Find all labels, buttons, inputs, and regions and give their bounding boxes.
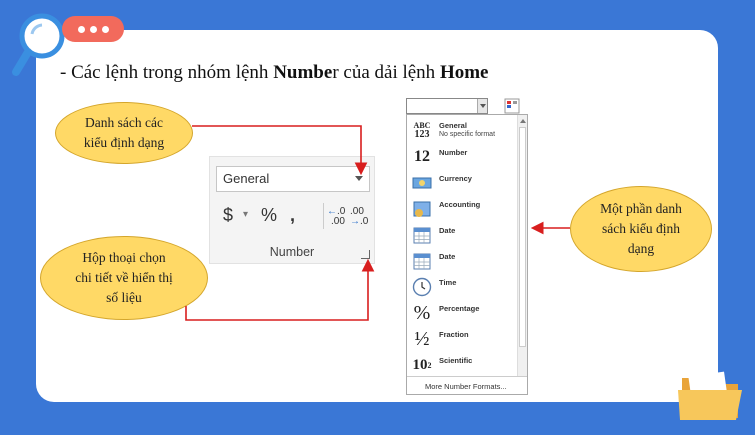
callout-dialog: Hộp thoại chọn chi tiết về hiển thị số l… [40,236,208,320]
decrease-decimal-button[interactable]: .00 →.0 [350,207,368,227]
currency-button[interactable]: $ [223,205,233,226]
format-item-currency[interactable]: Currency [407,170,517,196]
format-label: Date [439,226,456,235]
currency-icon [412,177,432,189]
number-format-select[interactable]: General [216,166,370,192]
callout-line: Danh sách các [85,115,163,130]
scroll-thumb[interactable] [519,127,526,347]
dot-icon [77,25,85,33]
abc-123-icon: ABC 123 [411,119,433,141]
currency-dropdown-icon[interactable]: ▾ [243,209,248,220]
number-12-icon: 12 [414,148,430,165]
dots-badge [62,16,124,42]
page-title: - Các lệnh trong nhóm lệnh Number của dả… [60,62,488,84]
format-label: Scientific [439,356,473,365]
format-item-fraction[interactable]: ½ Fraction [407,326,517,352]
format-item-general[interactable]: ABC 123 General No specific format [407,117,517,143]
callout-partial-list: Một phần danh sách kiểu định dạng [570,186,712,272]
scientific-icon: 10 2 [411,354,433,376]
number-format-dropdown: ABC 123 General No specific format 12 Num… [406,114,528,395]
callout-line: số liệu [106,290,142,305]
format-label: Fraction [439,330,469,339]
format-item-time[interactable]: Time [407,274,517,300]
more-number-formats-link[interactable]: More Number Formats... [407,376,527,394]
decimal-label: .00 [331,216,345,227]
calendar-icon [413,253,431,270]
percent-icon: % [413,301,431,324]
increase-decimal-button[interactable]: ←.0 .00 [327,207,345,227]
format-combo[interactable] [406,98,488,114]
accounting-icon [413,201,431,217]
format-sublabel: No specific format [439,131,496,138]
icon-text: 2 [427,360,432,370]
callout-line: sách kiểu định [602,221,680,236]
dialog-launcher-icon[interactable] [361,250,370,259]
scrollbar[interactable] [517,115,527,377]
scroll-up-icon[interactable] [520,119,526,123]
format-label: Number [439,148,468,157]
dot-icon [101,25,109,33]
calendar-icon [413,227,431,244]
format-label: Time [439,278,457,287]
dot-icon [89,25,97,33]
fraction-icon: ½ [414,327,430,350]
title-bold-home: Home [439,62,489,83]
callout-line: chi tiết về hiển thị [75,270,173,285]
group-label: Number [269,245,315,259]
selected-format: General [223,171,270,186]
chevron-down-icon[interactable] [477,99,487,113]
callout-line: kiểu định dạng [83,135,165,150]
format-label: Accounting [439,200,481,209]
title-bold-number: Numbe [273,62,333,83]
callout-line: Một phần danh [600,201,682,216]
format-item-number[interactable]: 12 Number [407,144,517,170]
toolbar-divider [323,203,324,229]
percent-button[interactable]: % [261,205,277,226]
format-label: General [439,121,467,130]
callout-line: dạng [627,241,655,256]
format-item-percentage[interactable]: % Percentage [407,300,517,326]
clock-icon [412,277,432,297]
arrow-right-icon: → [350,216,360,227]
format-item-scientific[interactable]: 10 2 Scientific [407,352,517,378]
icon-text: 10 [412,356,428,373]
folder-icon [678,371,742,420]
icon-text: 123 [414,129,430,140]
title-prefix: - Các lệnh trong nhóm lệnh [60,62,274,83]
format-item-date[interactable]: Date [407,222,517,248]
format-label: Percentage [439,304,480,313]
format-item-accounting[interactable]: Accounting [407,196,517,222]
format-item-date[interactable]: Date [407,248,517,274]
callout-line: Hộp thoại chọn [82,250,166,265]
callout-format-list: Danh sách các kiểu định dạng [55,102,193,164]
decimal-label: .0 [360,216,369,227]
format-label: Currency [439,174,472,183]
conditional-format-icon [504,98,520,114]
format-label: Date [439,252,456,261]
title-middle: r của dải lệnh [332,62,440,83]
chevron-down-icon[interactable] [355,176,363,181]
comma-button[interactable]: , [290,205,295,226]
number-ribbon-group: General $ ▾ % , ←.0 .00 .00 →.0 Number [209,156,375,264]
